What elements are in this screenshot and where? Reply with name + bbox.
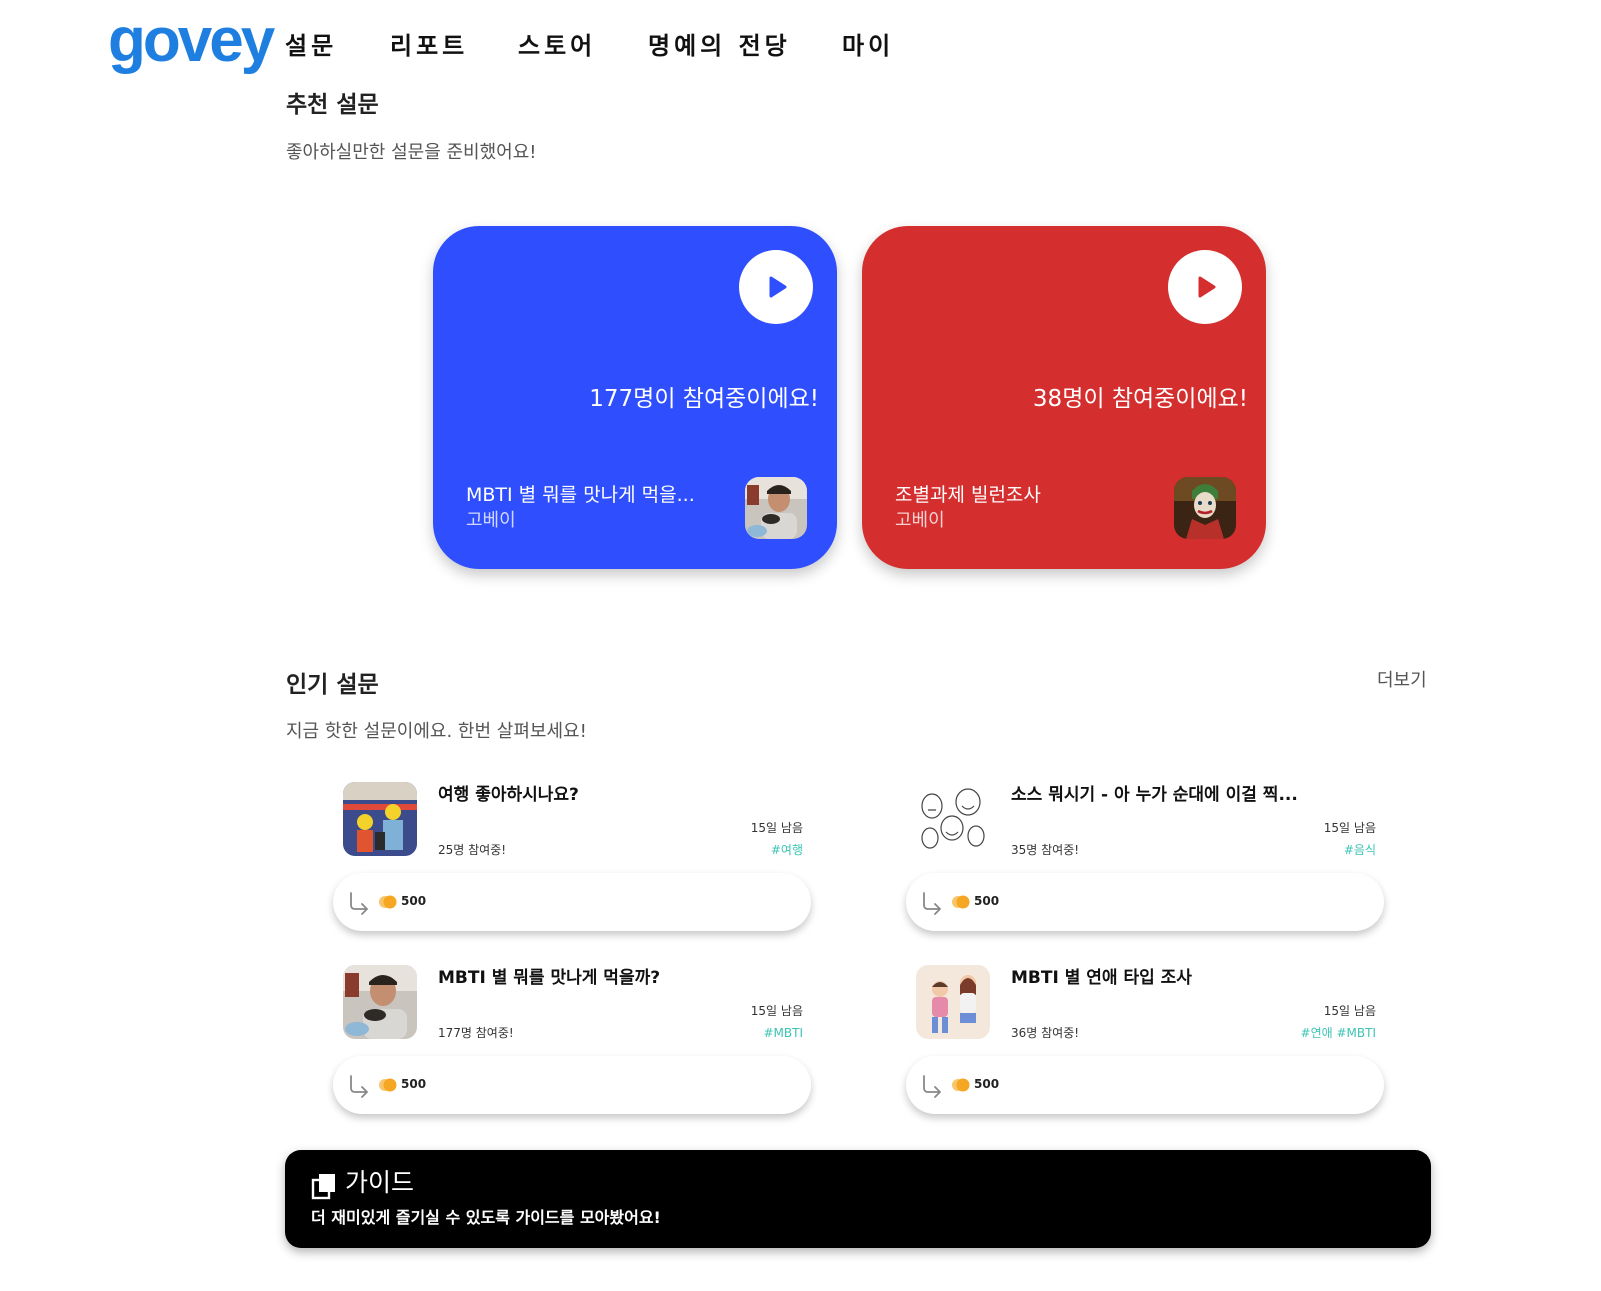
nav-store[interactable]: 스토어	[518, 28, 596, 64]
survey-tags: #MBTI	[763, 1026, 803, 1040]
reply-arrow-icon	[923, 892, 941, 915]
days-left: 15일 남음	[750, 821, 803, 835]
reward-points: 500	[401, 1077, 427, 1091]
nav-survey[interactable]: 설문	[285, 28, 337, 64]
guide-banner[interactable]: 가이드 더 재미있게 즐기실 수 있도록 가이드를 모아봤어요!	[285, 1150, 1431, 1248]
play-button[interactable]	[739, 250, 813, 324]
guide-subtitle: 더 재미있게 즐기실 수 있도록 가이드를 모아봤어요!	[311, 1208, 661, 1227]
library-books-icon	[311, 1174, 335, 1200]
days-left: 15일 남음	[1323, 1004, 1376, 1018]
cartoon-family-thumbnail	[343, 782, 417, 856]
participant-count: 36명 참여중!	[1011, 1026, 1080, 1040]
participants-count: 38명이 참여중이에요!	[1032, 386, 1248, 412]
featured-survey-card[interactable]: 38명이 참여중이에요! 조별과제 빌런조사 고베이	[862, 226, 1266, 569]
reward-points: 500	[974, 1077, 1000, 1091]
survey-title: 소스 뭐시기 - 아 누가 순대에 이걸 찍...	[1011, 785, 1298, 805]
survey-list-item[interactable]: MBTI 별 뭐를 맛나게 먹을까? 15일 남음 177명 참여중! #MBT…	[333, 957, 813, 1117]
reward-bar[interactable]: 500	[333, 1056, 811, 1114]
survey-author: 고베이	[895, 510, 945, 531]
days-left: 15일 남음	[1323, 821, 1376, 835]
reward-bar[interactable]: 500	[906, 873, 1384, 931]
reward-bar[interactable]: 500	[906, 1056, 1384, 1114]
survey-title: MBTI 별 뭐를 맛나게 먹을...	[466, 484, 695, 506]
coin-icon	[379, 895, 397, 909]
nav-report[interactable]: 리포트	[390, 28, 468, 64]
more-link[interactable]: 더보기	[1377, 668, 1427, 694]
meme-faces-thumbnail	[916, 782, 990, 856]
reward-points: 500	[401, 894, 427, 908]
play-icon	[769, 276, 787, 298]
popular-subtitle: 지금 핫한 설문이에요. 한번 살펴보세요!	[286, 721, 587, 742]
survey-list-item[interactable]: 여행 좋아하시나요? 15일 남음 25명 참여중! #여행 500	[333, 774, 813, 934]
play-button[interactable]	[1168, 250, 1242, 324]
popular-title: 인기 설문	[286, 672, 379, 698]
survey-title: 조별과제 빌런조사	[895, 484, 1041, 506]
survey-title: MBTI 별 뭐를 맛나게 먹을까?	[438, 968, 661, 988]
participant-count: 35명 참여중!	[1011, 843, 1080, 857]
reward-points: 500	[974, 894, 1000, 908]
man-eating-thumbnail	[343, 965, 417, 1039]
survey-list-item[interactable]: 소스 뭐시기 - 아 누가 순대에 이걸 찍... 15일 남음 35명 참여중…	[906, 774, 1386, 934]
survey-title: MBTI 별 연애 타입 조사	[1011, 968, 1192, 988]
man-eating-thumbnail	[745, 477, 807, 539]
featured-survey-card[interactable]: 177명이 참여중이에요! MBTI 별 뭐를 맛나게 먹을... 고베이	[433, 226, 837, 569]
nav-my[interactable]: 마이	[842, 28, 894, 64]
coin-icon	[952, 1078, 970, 1092]
reply-arrow-icon	[350, 1075, 368, 1098]
recommended-title: 추천 설문	[286, 92, 379, 118]
survey-tags: #연애 #MBTI	[1300, 1026, 1376, 1040]
participant-count: 177명 참여중!	[438, 1026, 514, 1040]
survey-tags: #여행	[770, 843, 803, 857]
survey-list-item[interactable]: MBTI 별 연애 타입 조사 15일 남음 36명 참여중! #연애 #MBT…	[906, 957, 1386, 1117]
reply-arrow-icon	[350, 892, 368, 915]
participants-count: 177명이 참여중이에요!	[589, 386, 819, 412]
survey-title: 여행 좋아하시나요?	[438, 785, 579, 805]
nav-hall-of-fame[interactable]: 명예의 전당	[648, 28, 791, 64]
play-icon	[1198, 276, 1216, 298]
guide-title: 가이드	[345, 1168, 415, 1197]
survey-author: 고베이	[466, 510, 516, 531]
reward-bar[interactable]: 500	[333, 873, 811, 931]
days-left: 15일 남음	[750, 1004, 803, 1018]
joker-thumbnail	[1174, 477, 1236, 539]
reply-arrow-icon	[923, 1075, 941, 1098]
survey-tags: #음식	[1343, 843, 1376, 857]
coin-icon	[952, 895, 970, 909]
govey-logo[interactable]: govey	[108, 6, 275, 76]
recommended-subtitle: 좋아하실만한 설문을 준비했어요!	[286, 142, 537, 163]
coin-icon	[379, 1078, 397, 1092]
couple-illustration-thumbnail	[916, 965, 990, 1039]
participant-count: 25명 참여중!	[438, 843, 507, 857]
